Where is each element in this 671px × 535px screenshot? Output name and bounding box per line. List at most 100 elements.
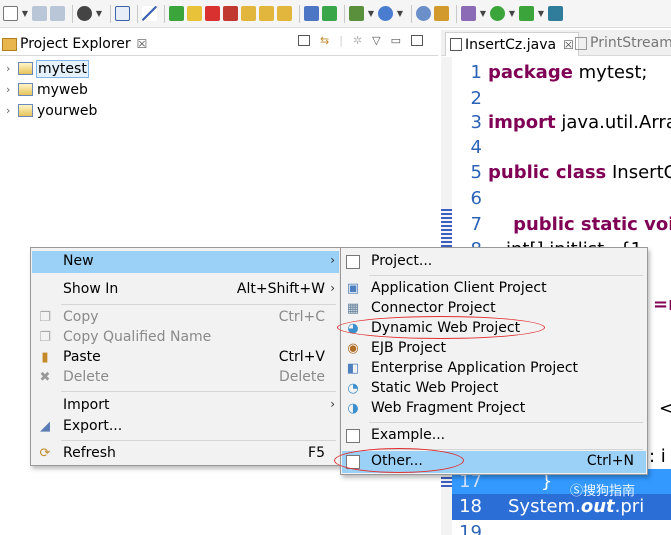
code-line[interactable]: 5 public class InsertCz { xyxy=(452,160,671,186)
chevron-right-icon[interactable]: › xyxy=(6,104,18,117)
chevron-down-icon[interactable]: ▼ xyxy=(367,9,375,18)
debug-icon[interactable] xyxy=(349,6,364,21)
menu-item-copy[interactable]: ❐ Copy Ctrl+C xyxy=(32,307,339,329)
submenu-item-enterprise-application-project[interactable]: ◧ Enterprise Application Project xyxy=(342,358,646,380)
submenu-item-static-web-project[interactable]: ◔ Static Web Project xyxy=(342,378,646,400)
menu-item-copy-qualified-name[interactable]: ❐ Copy Qualified Name xyxy=(32,327,339,349)
minimize-icon[interactable]: ▭ xyxy=(391,34,401,47)
tool-icon[interactable] xyxy=(548,6,563,21)
refresh-icon: ⟳ xyxy=(39,446,51,461)
menu-item-label: Refresh xyxy=(63,445,116,461)
code-line[interactable]: 2 xyxy=(452,86,671,112)
tree-item-mytest[interactable]: › mytest xyxy=(0,58,438,79)
submenu-item-ejb-project[interactable]: ◉ EJB Project xyxy=(342,338,646,360)
profile-icon[interactable] xyxy=(519,6,534,21)
code-line-selected[interactable]: 18 System.out.pri xyxy=(452,494,671,520)
submenu-item-web-fragment-project[interactable]: ◑ Web Fragment Project xyxy=(342,398,646,420)
chevron-down-icon[interactable]: ▼ xyxy=(537,9,545,18)
chevron-down-icon[interactable]: ▼ xyxy=(95,9,103,18)
maximize-icon[interactable] xyxy=(411,35,424,46)
folder-icon xyxy=(2,37,17,51)
new-icon[interactable] xyxy=(3,6,18,21)
chevron-down-icon[interactable]: ▼ xyxy=(21,9,29,18)
chevron-down-icon[interactable]: ▼ xyxy=(396,9,404,18)
submenu-item-project[interactable]: Project... xyxy=(342,251,646,273)
save-icon[interactable] xyxy=(32,6,47,21)
code-text: out xyxy=(580,496,615,517)
keyword: public static void xyxy=(488,214,671,235)
code-fragment: < xyxy=(659,398,671,419)
menu-item-shortcut: Ctrl+V xyxy=(278,349,325,365)
line-number: 3 xyxy=(470,112,482,133)
tree-item-yourweb[interactable]: › yourweb xyxy=(0,100,438,121)
project-icon xyxy=(18,62,33,75)
chevron-down-icon[interactable]: ▼ xyxy=(508,9,516,18)
step-over-icon[interactable] xyxy=(259,6,274,21)
menu-item-export[interactable]: ◢ Export... xyxy=(32,416,339,438)
collapse-all-icon[interactable] xyxy=(298,35,310,46)
save-all-icon[interactable] xyxy=(50,6,65,21)
perspective-icon[interactable] xyxy=(461,6,476,21)
code-line[interactable]: 6 xyxy=(452,186,671,212)
tab-insertcz[interactable]: InsertCz.java ☒ xyxy=(445,32,579,56)
app-client-project-icon: ▣ xyxy=(346,281,360,296)
submenu-item-application-client-project[interactable]: ▣ Application Client Project xyxy=(342,278,646,300)
class-file-icon xyxy=(575,36,587,50)
code-line[interactable]: 3 import java.util.Array xyxy=(452,110,671,136)
chevron-right-icon[interactable]: › xyxy=(6,83,18,96)
menu-item-label: Copy xyxy=(63,309,99,325)
servers-icon[interactable] xyxy=(304,6,319,21)
view-menu-separator: | xyxy=(339,34,343,47)
run-config-icon[interactable] xyxy=(77,6,92,21)
menu-item-import[interactable]: Import › xyxy=(32,395,339,417)
code-fragment: : i xyxy=(649,446,666,467)
step-into-icon[interactable] xyxy=(241,6,256,21)
code-line[interactable]: 1 package mytest; xyxy=(452,60,671,86)
code-line[interactable]: 7 public static void xyxy=(452,212,671,238)
disconnect-icon[interactable] xyxy=(223,6,238,21)
menu-item-label: Application Client Project xyxy=(371,280,547,296)
project-explorer-title: Project Explorer xyxy=(20,36,131,52)
tab-printstream[interactable]: PrintStream xyxy=(575,35,671,51)
link-editor-icon[interactable]: ⇆ xyxy=(320,34,329,47)
skip-breakpoints-icon[interactable] xyxy=(142,6,157,21)
project-tree: › mytest › myweb › yourweb xyxy=(0,58,438,121)
step-return-icon[interactable] xyxy=(277,6,292,21)
code-line[interactable]: 4 xyxy=(452,135,671,161)
project-icon xyxy=(18,83,33,96)
external-tools-icon[interactable] xyxy=(378,6,393,21)
filter-icon[interactable]: ✲ xyxy=(353,34,362,47)
close-icon[interactable]: ☒ xyxy=(563,38,574,52)
chevron-down-icon[interactable]: ▼ xyxy=(479,9,487,18)
tab-label: InsertCz.java xyxy=(465,36,557,53)
menu-item-new[interactable]: New › xyxy=(32,251,339,273)
export-icon: ◢ xyxy=(40,419,50,434)
coverage-icon[interactable] xyxy=(322,6,337,21)
tree-item-myweb[interactable]: › myweb xyxy=(0,79,438,100)
line-number: 1 xyxy=(470,62,482,83)
menu-item-paste[interactable]: ▮ Paste Ctrl+V xyxy=(32,347,339,369)
menu-item-delete[interactable]: ✖ Delete Delete xyxy=(32,367,339,389)
close-icon[interactable]: ☒ xyxy=(137,37,148,51)
toolbar-separator xyxy=(411,4,412,23)
view-menu-icon[interactable]: ▽ xyxy=(372,34,380,47)
submenu-item-example[interactable]: Example... xyxy=(342,425,646,447)
menu-item-label: Show In xyxy=(63,281,119,297)
line-number: 4 xyxy=(470,137,482,158)
project-explorer-tab[interactable]: Project Explorer ☒ xyxy=(2,33,147,55)
menu-item-shortcut: Ctrl+N xyxy=(586,453,634,469)
open-type-icon[interactable] xyxy=(434,6,449,21)
code-line[interactable]: 19 xyxy=(452,520,671,535)
menu-item-refresh[interactable]: ⟳ Refresh F5 xyxy=(32,443,339,465)
suspend-icon[interactable] xyxy=(187,6,202,21)
code-fragment: =n xyxy=(653,294,671,315)
chevron-right-icon[interactable]: › xyxy=(6,62,18,75)
code-text: InsertCz { xyxy=(612,162,671,183)
run-icon[interactable] xyxy=(490,6,505,21)
menu-item-show-in[interactable]: Show In Alt+Shift+W › xyxy=(32,279,339,301)
task-icon[interactable] xyxy=(115,6,130,21)
toolbar-separator xyxy=(72,4,73,23)
resume-icon[interactable] xyxy=(169,6,184,21)
search-icon[interactable] xyxy=(416,6,431,21)
terminate-icon[interactable] xyxy=(205,6,220,21)
